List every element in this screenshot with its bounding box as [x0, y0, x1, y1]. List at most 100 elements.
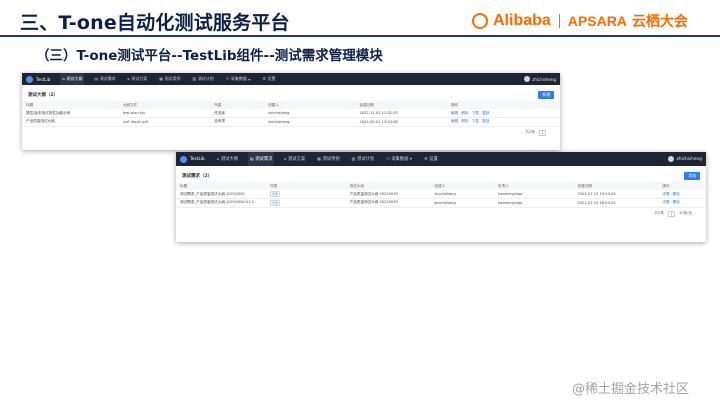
cell-title[interactable]: 测试需求_产品质量测试大纲-20220930-V1.1	[176, 198, 267, 208]
cell-creator: zhichisheng	[430, 198, 494, 208]
copy-link[interactable]: 复制	[482, 111, 489, 115]
cell-owner: 任务库	[210, 109, 265, 118]
calendar-icon: ▧	[192, 76, 197, 81]
pagination-page-size[interactable]: 10条/页	[679, 211, 692, 216]
nav-tab-settings[interactable]: ⚙ 设置	[422, 152, 440, 166]
play-icon: ▸	[284, 156, 287, 161]
nav-tab-settings[interactable]: ⚙ 设置	[260, 73, 277, 85]
cell-date: 2022-07-15 15:03:24	[573, 190, 659, 199]
cell-creator: zhichisheng	[264, 117, 356, 127]
pagination-total: 共2条	[525, 130, 535, 134]
user-name[interactable]: zhichisheng	[532, 77, 556, 82]
cell-date: 2022-07-15 16:00:02	[573, 198, 659, 208]
cell-file[interactable]: test-plan.txt	[118, 109, 211, 118]
pagination: 共2条 1 10条/页	[176, 208, 706, 217]
column-header: 所属	[266, 182, 346, 190]
nav-tab-collect-data[interactable]: ⚇ 采集数据 ▾	[224, 73, 253, 85]
slide-title: 三、T-one自动化测试服务平台	[20, 12, 290, 34]
cell-outline: 产品质量测试大纲 20220930	[345, 190, 431, 199]
play-icon: ▸	[127, 76, 130, 81]
table-row[interactable]: 测试需求_产品质量测试大纲-20220930-V1.1 所属 产品质量测试大纲 …	[176, 198, 706, 208]
column-header: 创建日期	[573, 182, 659, 190]
column-header: 所属	[210, 101, 265, 109]
pagination-total: 共2条	[654, 211, 665, 215]
testlib-logo-icon	[26, 75, 33, 83]
alibaba-logo-icon	[472, 13, 488, 29]
logo-brand-text: Alibaba	[493, 12, 551, 29]
logo-event-text: 云栖大会	[631, 14, 688, 30]
nav-tab-label: 测试用例	[164, 76, 181, 81]
chevron-down-icon: ▾	[409, 156, 413, 162]
column-header: 负责人	[493, 182, 574, 190]
delete-link[interactable]: 删除	[673, 200, 680, 204]
nav-tab-plan[interactable]: ▧ 测试计划	[350, 152, 376, 166]
nav-tab-requirements[interactable]: ▤ 测试需求	[92, 73, 117, 85]
list-icon: ▤	[250, 156, 254, 161]
pagination-page-button[interactable]: 1	[539, 129, 546, 136]
pagination-page-button[interactable]: 1	[668, 210, 676, 217]
nav-tab-label: 测试需求	[255, 157, 273, 162]
delete-link[interactable]: 删除	[461, 111, 468, 115]
cell-title[interactable]: 测试需求_产品质量测试大纲-20220930	[176, 190, 267, 199]
slide-subtitle: （三）T-one测试平台--TestLib组件--测试需求管理模块	[36, 48, 383, 64]
nav-tab-scheme[interactable]: ▸ 测试方案	[126, 73, 150, 85]
nav-tab-scheme[interactable]: ▸ 测试方案	[282, 152, 307, 166]
nav-tab-cases[interactable]: ▦ 测试用例	[157, 73, 182, 85]
copy-link[interactable]: 复制	[482, 119, 489, 123]
edit-link[interactable]: 编辑	[451, 119, 458, 123]
cell-creator: zhichisheng	[430, 190, 494, 199]
nav-tab-outline[interactable]: ⌂ 测试大纲	[215, 152, 240, 166]
cell-assignee: haomingchao	[493, 190, 574, 199]
nav-tab-outline[interactable]: ⌂ 测试大纲	[60, 73, 85, 85]
download-link[interactable]: 下载	[472, 119, 479, 123]
alibaba-apsara-logo: Alibaba APSARA 云栖大会	[472, 10, 688, 32]
cell-date: 2022-09-01 13:24:08	[355, 117, 447, 127]
column-header: 标题	[22, 101, 119, 109]
download-link[interactable]: 下载	[472, 111, 479, 115]
add-requirement-button[interactable]: 添加	[684, 172, 700, 180]
nav-tab-label: 采集数据	[391, 157, 409, 162]
avatar[interactable]	[524, 76, 531, 82]
panel-title: 测试大纲（2）	[28, 93, 59, 98]
cell-actions: 详情 删除	[658, 190, 706, 199]
add-outline-button[interactable]: 新增	[538, 91, 554, 99]
gear-icon: ⚙	[262, 76, 267, 81]
delete-link[interactable]: 删除	[673, 192, 680, 196]
app-brand: TestLib	[190, 156, 205, 162]
panel-title: 测试需求（2）	[182, 174, 213, 179]
table-row[interactable]: 测试需求_产品质量测试大纲-20220930 所属 产品质量测试大纲 20220…	[176, 190, 706, 199]
nav-tab-label: 测试大纲	[220, 157, 239, 162]
grid-icon: ▦	[317, 156, 321, 161]
nav-tab-label: 测试计划	[197, 76, 214, 81]
cell-assignee: haomingchao	[493, 198, 574, 208]
testlib-requirements-window: TestLib ⌂ 测试大纲 ▤ 测试需求 ▸ 测试方案 ▦ 测试用例 ▧ 测试…	[176, 152, 706, 242]
top-navbar: TestLib ⌂ 测试大纲 ▤ 测试需求 ▸ 测试方案 ▦ 测试用例 ▧ 测试…	[176, 152, 706, 166]
nav-tab-requirements[interactable]: ▤ 测试需求	[248, 152, 275, 166]
cell-file[interactable]: xxfl-result.pdf	[118, 117, 211, 127]
logo-product-text: APSARA	[567, 13, 627, 29]
table-row[interactable]: 属性/版本测试特性功能示例 test-plan.txt 任务库 zhichish…	[22, 109, 560, 118]
watermark: @稀土掘金技术社区	[572, 382, 690, 397]
owner-tag: 所属	[270, 199, 281, 206]
top-navbar: TestLib ⌂ 测试大纲 ▤ 测试需求 ▸ 测试方案 ▦ 测试用例 ▧ 测试…	[22, 73, 560, 85]
detail-link[interactable]: 详情	[662, 192, 669, 196]
nav-tab-cases[interactable]: ▦ 测试用例	[315, 152, 341, 166]
nav-tab-plan[interactable]: ▧ 测试计划	[191, 73, 216, 85]
nav-tab-label: 测试需求	[99, 76, 116, 81]
table-row[interactable]: 产品质量测试大纲 xxfl-result.pdf 没有项 zhichisheng…	[22, 117, 560, 127]
detail-link[interactable]: 详情	[662, 200, 669, 204]
cell-owner: 所属	[266, 198, 346, 208]
column-header: 创建日期	[355, 101, 447, 109]
cell-date: 2022-11-02 11:32:33	[355, 109, 447, 118]
column-header: 标题	[176, 182, 267, 190]
delete-link[interactable]: 删除	[461, 119, 468, 123]
edit-link[interactable]: 编辑	[451, 111, 458, 115]
column-header: 创建人	[264, 101, 356, 109]
nav-tab-label: 测试大纲	[66, 76, 83, 81]
avatar[interactable]	[668, 156, 675, 162]
cell-title: 产品质量测试大纲	[22, 117, 119, 127]
nav-tab-label: 设置	[429, 157, 438, 162]
cell-title: 属性/版本测试特性功能示例	[22, 109, 119, 118]
nav-tab-collect-data[interactable]: ⚇ 采集数据 ▾	[384, 152, 414, 166]
user-name[interactable]: zhichisheng	[676, 157, 702, 162]
